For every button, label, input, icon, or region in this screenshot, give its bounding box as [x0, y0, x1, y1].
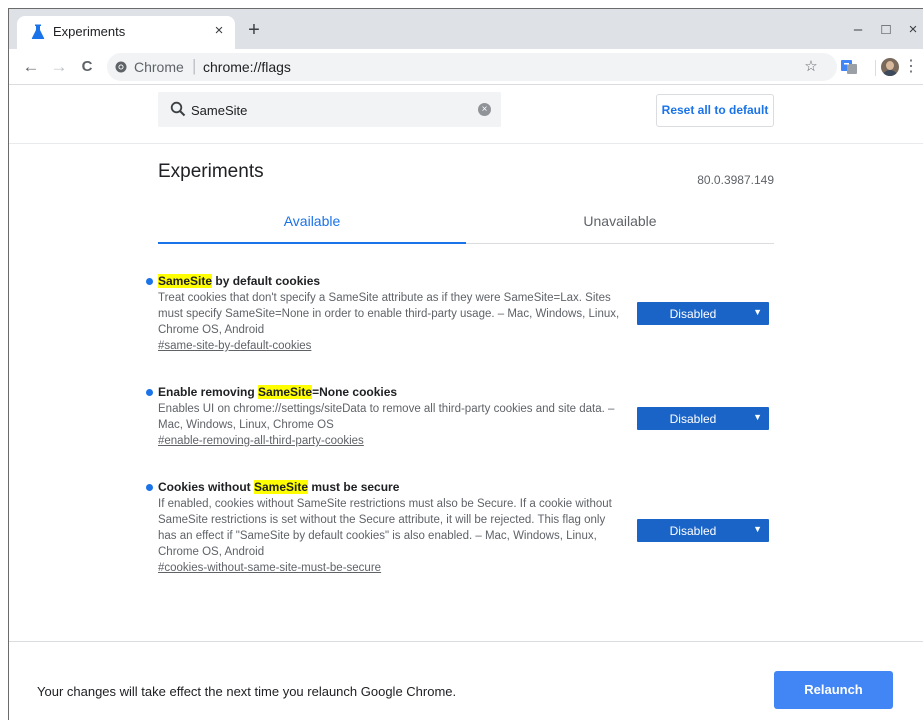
tab-title: Experiments	[53, 24, 126, 39]
tab-experiments[interactable]: Experiments ×	[17, 16, 235, 49]
experiment-title: Cookies without SameSite must be secure	[158, 480, 400, 494]
tab-available[interactable]: Available	[158, 206, 466, 244]
tab-strip: Experiments × + – □ ×	[9, 9, 923, 49]
flags-header: × Reset all to default	[9, 86, 923, 144]
translate-icon[interactable]	[837, 55, 861, 79]
experiment-title: Enable removing SameSite=None cookies	[158, 385, 398, 399]
avatar-face	[886, 61, 894, 70]
experiment-link[interactable]: #enable-removing-all-third-party-cookies	[158, 435, 364, 447]
browser-window: Experiments × + – □ × ← → C Chrome | chr…	[8, 8, 923, 720]
address-bar[interactable]: Chrome | chrome://flags	[107, 53, 837, 81]
url-text[interactable]: chrome://flags	[203, 59, 291, 75]
toolbar-divider	[875, 60, 876, 76]
page-title: Experiments	[158, 161, 264, 182]
dropdown-arrow-icon: ▼	[753, 524, 762, 534]
experiment-state-select[interactable]: Disabled ▼	[637, 302, 769, 325]
bookmark-star-icon[interactable]: ☆	[799, 55, 823, 79]
experiment-description: Treat cookies that don't specify a SameS…	[158, 292, 620, 336]
experiment-bullet	[146, 278, 153, 285]
search-highlight: SameSite	[258, 385, 313, 399]
flags-page: × Reset all to default Experiments 80.0.…	[9, 86, 923, 720]
experiment-description: If enabled, cookies without SameSite res…	[158, 498, 612, 558]
experiment-bullet	[146, 389, 153, 396]
url-separator: |	[192, 56, 197, 75]
menu-icon[interactable]: ⋮	[903, 55, 919, 79]
experiment-state-select[interactable]: Disabled ▼	[637, 519, 769, 542]
forward-button[interactable]: →	[47, 55, 71, 79]
window-close-button[interactable]: ×	[902, 19, 923, 41]
url-scheme: Chrome	[134, 59, 184, 75]
close-icon[interactable]: ×	[209, 21, 229, 41]
search-highlight: SameSite	[254, 480, 309, 494]
dropdown-arrow-icon: ▼	[753, 412, 762, 422]
experiment-description: Enables UI on chrome://settings/siteData…	[158, 403, 615, 431]
search-input[interactable]	[191, 101, 471, 119]
clear-search-icon[interactable]: ×	[478, 103, 491, 116]
relaunch-message: Your changes will take effect the next t…	[37, 684, 457, 699]
version-label: 80.0.3987.149	[697, 173, 774, 187]
minimize-button[interactable]: –	[847, 19, 869, 41]
experiment-bullet	[146, 484, 153, 491]
flask-icon	[31, 24, 45, 39]
experiment-link[interactable]: #same-site-by-default-cookies	[158, 340, 311, 352]
reset-all-button[interactable]: Reset all to default	[656, 94, 774, 127]
reload-button[interactable]: C	[75, 55, 99, 79]
experiment-item: Cookies without SameSite must be secure …	[146, 480, 776, 580]
new-tab-button[interactable]: +	[243, 19, 265, 41]
tab-unavailable[interactable]: Unavailable	[466, 206, 774, 244]
select-value: Disabled	[669, 412, 717, 426]
relaunch-footer: Your changes will take effect the next t…	[9, 641, 923, 720]
experiment-title: SameSite by default cookies	[158, 274, 321, 288]
flags-tabs: Available Unavailable	[158, 206, 774, 244]
search-icon	[170, 101, 186, 117]
toolbar: ← → C Chrome | chrome://flags ☆ ⋮	[9, 49, 923, 85]
chrome-icon	[115, 61, 127, 73]
back-button[interactable]: ←	[19, 55, 43, 79]
search-highlight: SameSite	[158, 274, 213, 288]
experiment-item: SameSite by default cookies Treat cookie…	[146, 274, 776, 354]
select-value: Disabled	[669, 524, 717, 538]
avatar[interactable]	[881, 58, 899, 76]
maximize-button[interactable]: □	[875, 19, 897, 41]
dropdown-arrow-icon: ▼	[753, 307, 762, 317]
experiment-state-select[interactable]: Disabled ▼	[637, 407, 769, 430]
experiment-item: Enable removing SameSite=None cookies En…	[146, 385, 776, 455]
select-value: Disabled	[669, 307, 717, 321]
search-box[interactable]: ×	[158, 92, 501, 127]
relaunch-button[interactable]: Relaunch	[774, 671, 893, 709]
avatar-shoulders	[882, 70, 898, 76]
experiment-link[interactable]: #cookies-without-same-site-must-be-secur…	[158, 562, 381, 574]
